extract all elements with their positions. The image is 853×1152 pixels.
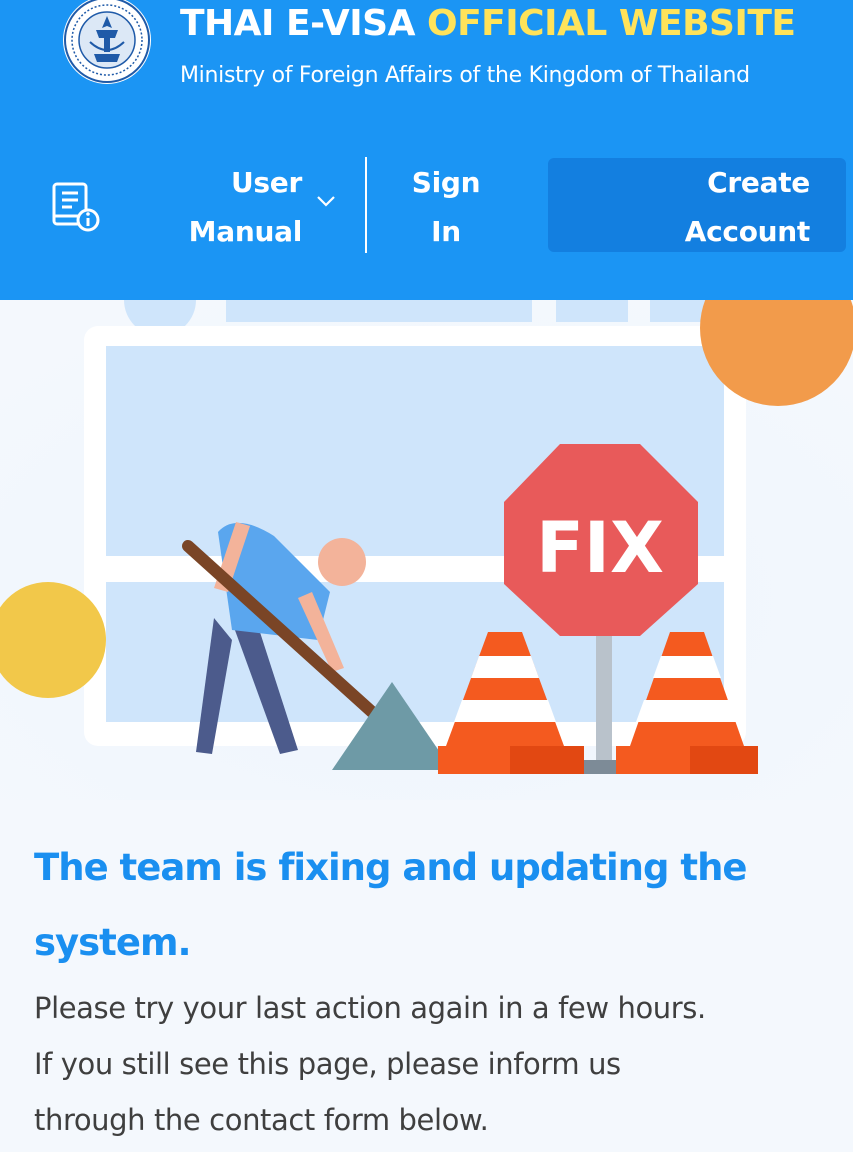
site-header: THAI E-VISA OFFICIAL WEBSITE Ministry of… [0,0,853,300]
maintenance-illustration: FIX [0,300,853,800]
create-account-label: Create Account [610,158,811,256]
sign-in-label-line-1: Sign [411,166,481,199]
headline-line-1: The team is fixing and updating the [34,846,748,889]
user-manual-label-line-2: Manual [188,215,303,248]
site-subtitle: Ministry of Foreign Affairs of the Kingd… [180,63,750,88]
message-line-1: Please try your last action again in a f… [34,991,706,1025]
create-account-label-line-2: Account [684,215,811,248]
create-account-button[interactable]: Create Account [548,158,846,252]
chevron-down-icon[interactable] [314,192,338,210]
fix-sign-text: FIX [536,507,664,589]
create-account-label-line-1: Create [707,166,810,199]
thai-government-emblem-icon[interactable] [60,0,158,84]
site-title-accent: OFFICIAL WEBSITE [426,3,796,44]
sign-in-label-line-2: In [431,215,461,248]
site-title: THAI E-VISA OFFICIAL WEBSITE [180,2,796,46]
book-info-icon[interactable] [48,180,104,236]
maintenance-message: Please try your last action again in a f… [34,980,834,1148]
user-manual-menu[interactable]: User Manual [170,158,303,256]
maintenance-headline: The team is fixing and updating the syst… [34,830,824,980]
site-title-main: THAI E-VISA [180,3,415,44]
message-line-2: If you still see this page, please infor… [34,1047,621,1081]
nav-divider [365,157,367,253]
sign-in-link[interactable]: Sign In [400,158,492,256]
user-manual-label-line-1: User [230,166,302,199]
headline-line-2: system. [34,921,192,964]
message-line-3: through the contact form below. [34,1103,489,1137]
